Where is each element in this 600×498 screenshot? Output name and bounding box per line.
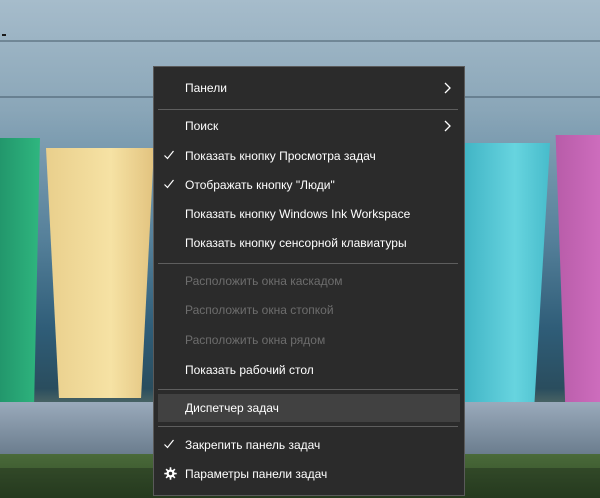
menu-item-side-by-side: Расположить окна рядом [154, 326, 464, 354]
checkmark-icon [164, 179, 174, 189]
menu-separator [158, 426, 458, 427]
desktop-icon-fragment [2, 34, 6, 36]
menu-item-label: Расположить окна рядом [185, 333, 326, 347]
menu-item-task-manager[interactable]: Диспетчер задач [158, 394, 460, 422]
menu-item-label: Показать рабочий стол [185, 363, 314, 377]
menu-item-label: Показать кнопку сенсорной клавиатуры [185, 236, 407, 250]
menu-item-label: Параметры панели задач [185, 467, 328, 481]
menu-item-stack-windows: Расположить окна стопкой [154, 296, 464, 324]
menu-item-show-people[interactable]: Отображать кнопку "Люди" [154, 171, 464, 199]
wallpaper-pink-pot [555, 135, 600, 410]
wallpaper-yellow-pot [46, 148, 154, 398]
menu-item-label: Показать кнопку Windows Ink Workspace [185, 207, 411, 221]
menu-item-show-task-view[interactable]: Показать кнопку Просмотра задач [154, 142, 464, 170]
menu-item-search[interactable]: Поиск [154, 112, 464, 140]
taskbar-context-menu: Панели Поиск Показать кнопку Просмотра з… [153, 66, 465, 496]
menu-item-label: Расположить окна стопкой [185, 303, 334, 317]
menu-item-taskbar-settings[interactable]: Параметры панели задач [154, 460, 464, 488]
menu-item-label: Закрепить панель задач [185, 438, 321, 452]
menu-item-lock-taskbar[interactable]: Закрепить панель задач [154, 431, 464, 459]
chevron-right-icon [444, 120, 451, 132]
menu-item-label: Показать кнопку Просмотра задач [185, 149, 376, 163]
wallpaper-cyan-pot [462, 143, 550, 408]
menu-item-label: Панели [185, 81, 227, 95]
menu-separator [158, 389, 458, 390]
menu-item-show-desktop[interactable]: Показать рабочий стол [154, 356, 464, 384]
gear-icon [164, 467, 177, 480]
menu-item-show-ink-workspace[interactable]: Показать кнопку Windows Ink Workspace [154, 200, 464, 228]
menu-separator [158, 109, 458, 110]
menu-separator [158, 263, 458, 264]
wallpaper-green-pot [0, 138, 40, 408]
menu-item-label: Диспетчер задач [185, 401, 279, 415]
checkmark-icon [164, 150, 174, 160]
menu-item-cascade-windows: Расположить окна каскадом [154, 267, 464, 295]
wallpaper-plank-line [0, 40, 600, 42]
chevron-right-icon [444, 82, 451, 94]
menu-item-label: Поиск [185, 119, 219, 133]
menu-item-label: Расположить окна каскадом [185, 274, 343, 288]
menu-item-panels[interactable]: Панели [154, 74, 464, 102]
checkmark-icon [164, 439, 174, 449]
menu-item-label: Отображать кнопку "Люди" [185, 178, 335, 192]
menu-item-show-touch-keyboard[interactable]: Показать кнопку сенсорной клавиатуры [154, 229, 464, 257]
